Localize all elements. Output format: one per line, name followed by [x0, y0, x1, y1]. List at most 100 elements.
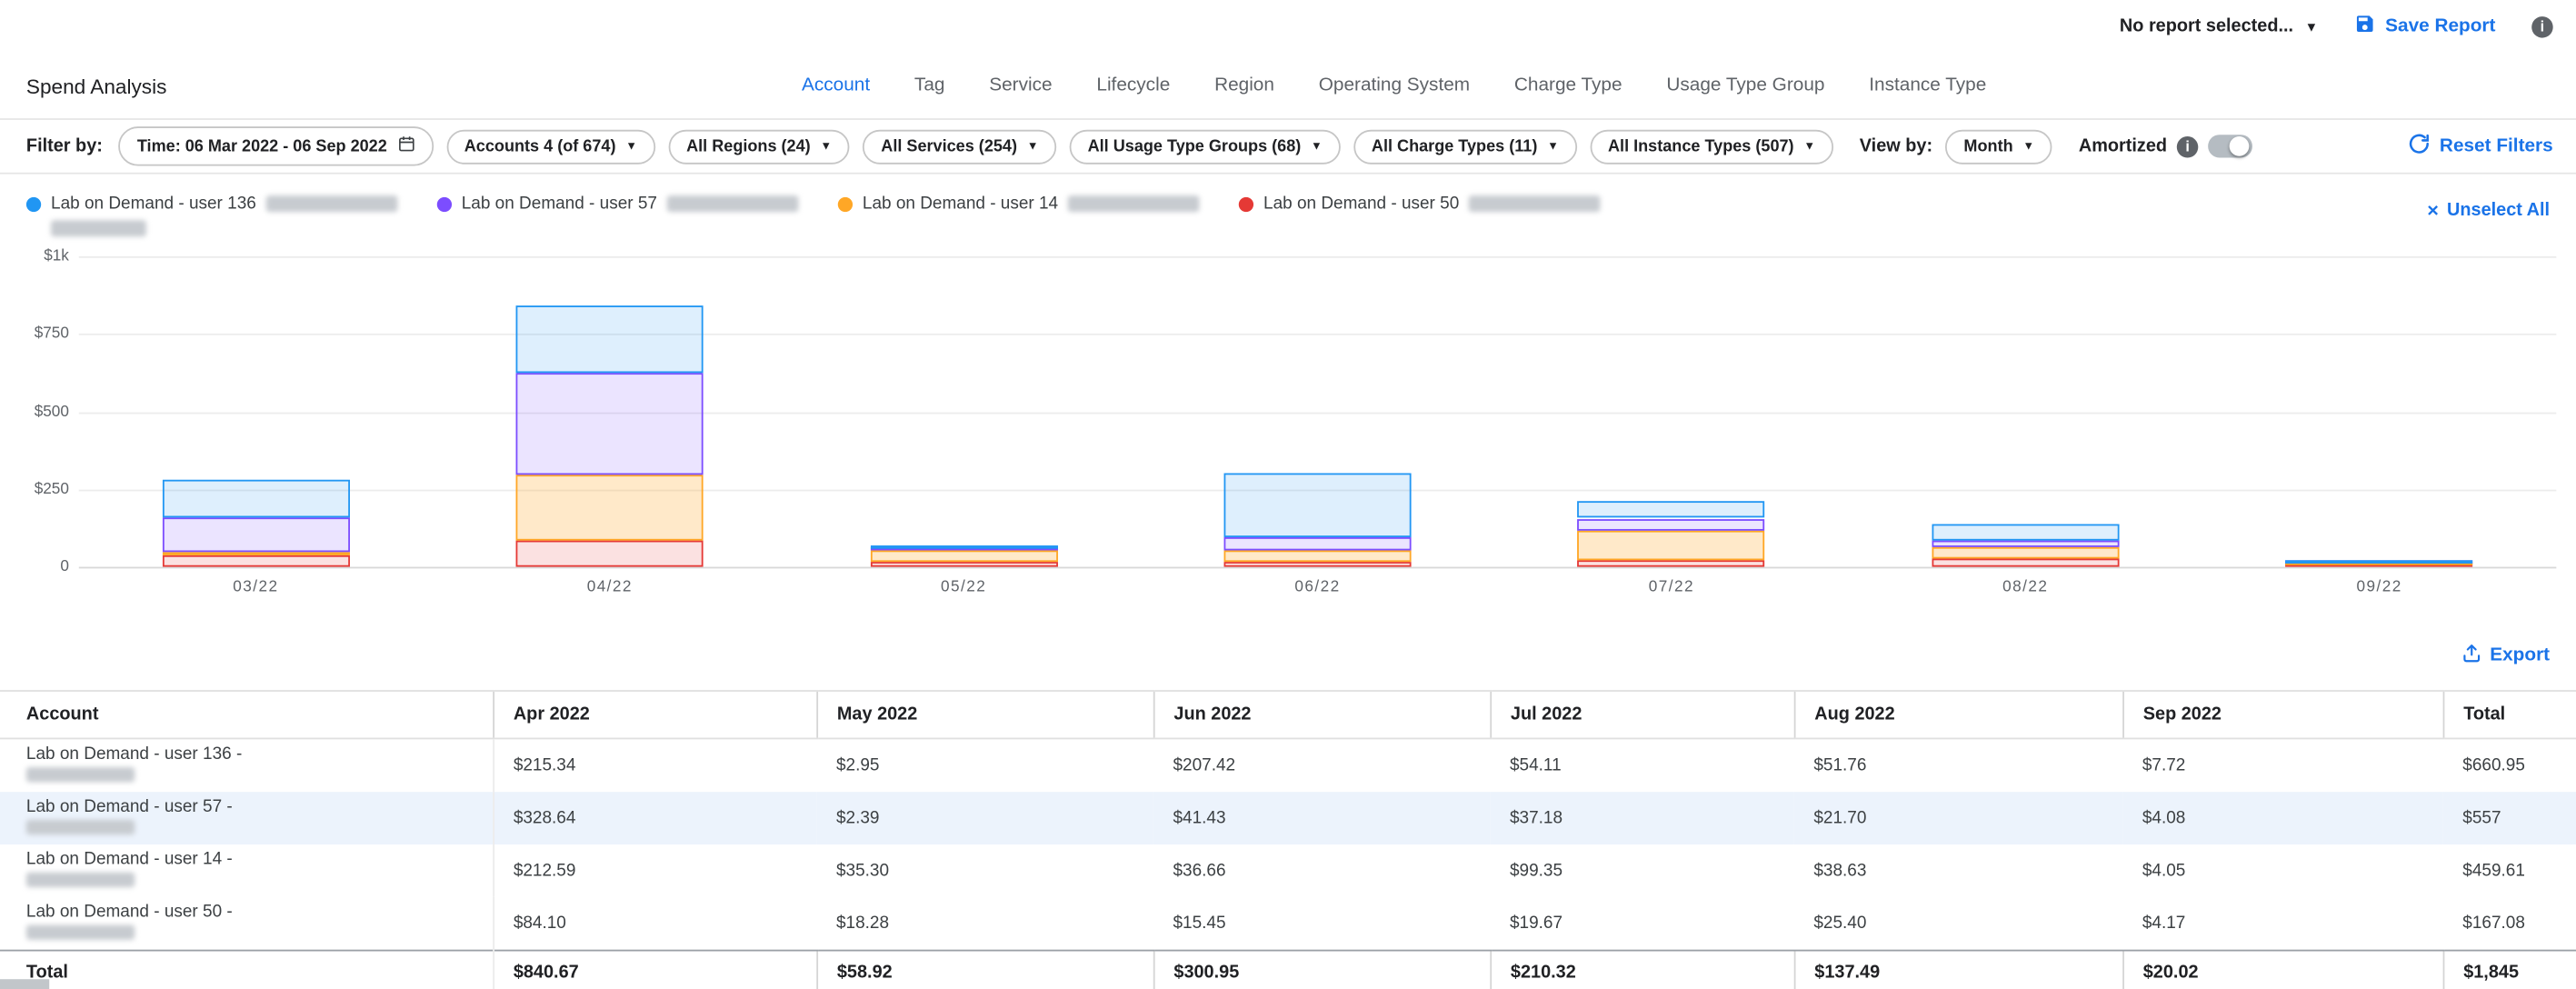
value-cell: $4.08 — [2122, 792, 2442, 844]
toggle-knob — [2230, 136, 2250, 156]
amortized-label: Amortized — [2079, 136, 2167, 156]
table-row[interactable]: Lab on Demand - user 57 -$328.64$2.39$41… — [0, 792, 2576, 844]
export-icon — [2461, 643, 2481, 669]
bar-segment[interactable] — [1932, 524, 2119, 541]
bar-segment[interactable] — [1224, 551, 1412, 563]
account-cell: Lab on Demand - user 14 - — [0, 844, 493, 897]
info-icon[interactable]: i — [2531, 15, 2552, 36]
value-cell: $215.34 — [493, 738, 816, 792]
tab-tag[interactable]: Tag — [914, 75, 945, 95]
export-button[interactable]: Export — [2461, 643, 2550, 669]
page-title: Spend Analysis — [26, 75, 167, 98]
gridline — [79, 567, 2557, 569]
tab-usage-type-group[interactable]: Usage Type Group — [1666, 75, 1824, 95]
bar-segment[interactable] — [516, 373, 704, 475]
y-axis-label: $1k — [4, 247, 69, 265]
bar-segment[interactable] — [870, 561, 1057, 566]
save-icon — [2354, 13, 2375, 39]
total-value-cell: $300.95 — [1153, 951, 1491, 989]
value-cell: $41.43 — [1153, 792, 1491, 844]
gridline — [79, 256, 2557, 258]
filter-services[interactable]: All Services (254)▼ — [863, 129, 1056, 164]
tab-lifecycle[interactable]: Lifecycle — [1096, 75, 1170, 95]
horizontal-scrollbar[interactable] — [0, 979, 49, 989]
filter-bar: Filter by: Time: 06 Mar 2022 - 06 Sep 20… — [0, 118, 2576, 174]
tab-service[interactable]: Service — [989, 75, 1052, 95]
bar-segment[interactable] — [516, 541, 704, 567]
column-header: Jun 2022 — [1153, 691, 1491, 738]
filter-usage-type-groups[interactable]: All Usage Type Groups (68)▼ — [1070, 129, 1341, 164]
account-cell: Lab on Demand - user 57 - — [0, 792, 493, 844]
save-report-button[interactable]: Save Report — [2354, 13, 2496, 39]
bar-segment[interactable] — [516, 305, 704, 373]
value-cell: $18.28 — [816, 897, 1153, 951]
legend-item[interactable]: Lab on Demand - user 50 — [1239, 194, 1601, 214]
legend-item[interactable]: Lab on Demand - user 57 — [437, 194, 799, 214]
bar-segment[interactable] — [1578, 561, 1765, 567]
bar-segment[interactable] — [870, 546, 1057, 550]
amortized-toggle[interactable] — [2208, 135, 2252, 157]
x-axis-label: 04/22 — [587, 578, 633, 596]
redacted-text — [266, 195, 398, 212]
bar-segment[interactable] — [1578, 502, 1765, 518]
account-cell: Lab on Demand - user 136 - — [0, 738, 493, 792]
legend-item[interactable]: Lab on Demand - user 14 — [838, 194, 1200, 214]
x-axis-label: 03/22 — [233, 578, 278, 596]
export-label: Export — [2490, 645, 2550, 665]
table-header: AccountApr 2022May 2022Jun 2022Jul 2022A… — [0, 691, 2576, 738]
bar-segment[interactable] — [1932, 547, 2119, 559]
x-axis-label: 08/22 — [2002, 578, 2048, 596]
bar-segment[interactable] — [162, 556, 349, 567]
value-cell: $84.10 — [493, 897, 816, 951]
bar-segment[interactable] — [1224, 562, 1412, 566]
bar-segment[interactable] — [162, 553, 349, 556]
filter-instance-types[interactable]: All Instance Types (507)▼ — [1590, 129, 1833, 164]
bar-segment[interactable] — [1224, 474, 1412, 538]
calendar-icon — [397, 135, 415, 157]
table-row[interactable]: Lab on Demand - user 136 -$215.34$2.95$2… — [0, 738, 2576, 792]
chevron-down-icon: ▼ — [821, 141, 833, 153]
tab-region[interactable]: Region — [1214, 75, 1274, 95]
info-icon[interactable]: i — [2177, 135, 2198, 156]
filter-charge-types[interactable]: All Charge Types (11)▼ — [1353, 129, 1577, 164]
top-bar: No report selected... ▼ Save Report i — [2120, 13, 2553, 39]
legend-dot — [437, 196, 452, 211]
value-cell: $4.05 — [2122, 844, 2442, 897]
report-selector[interactable]: No report selected... ▼ — [2120, 16, 2318, 36]
bar-segment[interactable] — [1932, 559, 2119, 567]
bar-segment[interactable] — [2286, 560, 2473, 564]
bar-segment[interactable] — [162, 479, 349, 518]
bar-segment[interactable] — [162, 518, 349, 553]
column-header: Total — [2443, 691, 2576, 738]
filter-accounts[interactable]: Accounts 4 (of 674)▼ — [446, 129, 655, 164]
filter-pill-group: Accounts 4 (of 674)▼ All Regions (24)▼ All… — [446, 129, 1833, 164]
value-cell: $99.35 — [1490, 844, 1793, 897]
y-axis-label: $500 — [4, 403, 69, 421]
bar-segment[interactable] — [1224, 538, 1412, 551]
bar-segment[interactable] — [1578, 530, 1765, 561]
column-header: Sep 2022 — [2122, 691, 2442, 738]
unselect-all-button[interactable]: × Unselect All — [2427, 201, 2550, 221]
bar-segment[interactable] — [1578, 518, 1765, 530]
legend-item[interactable]: Lab on Demand - user 136 — [26, 194, 397, 236]
filter-time-range[interactable]: Time: 06 Mar 2022 - 06 Sep 2022 — [119, 126, 433, 165]
tab-instance-type[interactable]: Instance Type — [1869, 75, 1986, 95]
reset-filters-button[interactable]: Reset Filters — [2409, 133, 2553, 159]
view-by-select[interactable]: Month ▼ — [1946, 129, 2052, 164]
bar-segment[interactable] — [870, 550, 1057, 561]
bar-segment[interactable] — [516, 475, 704, 541]
tab-operating-system[interactable]: Operating System — [1319, 75, 1470, 95]
value-cell: $207.42 — [1153, 738, 1491, 792]
tab-account[interactable]: Account — [802, 75, 870, 95]
gridline — [79, 412, 2557, 414]
table-row[interactable]: Lab on Demand - user 50 -$84.10$18.28$15… — [0, 897, 2576, 951]
total-row: Total$840.67$58.92$300.95$210.32$137.49$… — [0, 951, 2576, 989]
view-by-value: Month — [1963, 137, 2012, 155]
total-label: Total — [0, 951, 493, 989]
legend-dot — [1239, 196, 1253, 211]
filter-regions[interactable]: All Regions (24)▼ — [668, 129, 850, 164]
table-row[interactable]: Lab on Demand - user 14 -$212.59$35.30$3… — [0, 844, 2576, 897]
bar-segment[interactable] — [1932, 540, 2119, 546]
tab-charge-type[interactable]: Charge Type — [1514, 75, 1622, 95]
column-header: Aug 2022 — [1794, 691, 2122, 738]
